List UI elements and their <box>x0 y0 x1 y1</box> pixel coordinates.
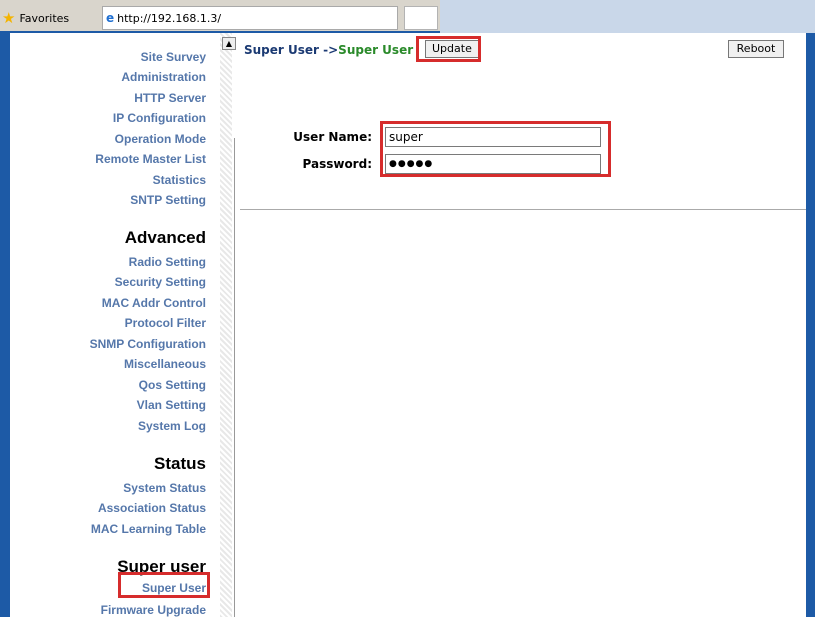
address-tab[interactable]: e http://192.168.1.3/ <box>102 6 398 30</box>
sidebar-item-mac-addr-control[interactable]: MAC Addr Control <box>102 296 206 310</box>
sidebar-item-operation-mode[interactable]: Operation Mode <box>115 132 206 146</box>
star-icon: ★ <box>2 8 16 27</box>
sidebar-item-site-survey[interactable]: Site Survey <box>141 50 206 64</box>
toolbar-background <box>440 0 815 33</box>
ie-icon: e <box>106 11 115 25</box>
sidebar-item-http-server[interactable]: HTTP Server <box>134 91 206 105</box>
new-tab-button[interactable] <box>404 6 438 30</box>
sidebar-item-radio-setting[interactable]: Radio Setting <box>129 255 206 269</box>
sidebar-item-snmp-configuration[interactable]: SNMP Configuration <box>90 337 206 351</box>
frame-scrollbar[interactable] <box>220 33 232 617</box>
url-text: http://192.168.1.3/ <box>117 11 222 25</box>
content-divider <box>240 209 806 210</box>
breadcrumb: Super User ->Super User <box>244 43 413 57</box>
sidebar-item-vlan-setting[interactable]: Vlan Setting <box>137 398 206 412</box>
sidebar-item-protocol-filter[interactable]: Protocol Filter <box>125 316 206 330</box>
sidebar-item-mac-learning-table[interactable]: MAC Learning Table <box>91 522 206 536</box>
sidebar-item-system-status[interactable]: System Status <box>123 481 206 495</box>
password-label: Password: <box>302 157 373 171</box>
sidebar-item-firmware-upgrade[interactable]: Firmware Upgrade <box>101 603 206 617</box>
sidebar-item-administration[interactable]: Administration <box>121 70 206 84</box>
scroll-up-arrow-icon[interactable]: ▲ <box>222 37 236 50</box>
highlight-box-credentials <box>380 121 611 177</box>
breadcrumb-current: Super User <box>338 43 414 57</box>
username-label: User Name: <box>293 130 372 144</box>
sidebar-item-association-status[interactable]: Association Status <box>98 501 206 515</box>
breadcrumb-parent: Super User -> <box>244 43 339 57</box>
window-frame-right <box>806 33 815 617</box>
reboot-button[interactable]: Reboot <box>728 40 784 58</box>
sidebar-heading-status: Status <box>154 454 206 473</box>
sidebar-item-ip-configuration[interactable]: IP Configuration <box>113 111 206 125</box>
window-frame-left <box>0 33 10 617</box>
favorites-button[interactable]: ★ Favorites <box>2 8 69 28</box>
scrollbar-track-line <box>234 138 235 617</box>
sidebar-item-statistics[interactable]: Statistics <box>153 173 206 187</box>
highlight-box-super-user <box>118 572 210 598</box>
favorites-label: Favorites <box>19 11 70 25</box>
sidebar-item-qos-setting[interactable]: Qos Setting <box>139 378 206 392</box>
highlight-box-update <box>416 36 481 62</box>
main-content: Super User ->Super User Update Reboot Us… <box>240 33 806 617</box>
browser-toolbar: ★ Favorites e http://192.168.1.3/ <box>0 0 815 33</box>
sidebar-nav: Site Survey Administration HTTP Server I… <box>10 33 220 617</box>
sidebar-heading-advanced: Advanced <box>124 228 206 247</box>
sidebar-item-sntp-setting[interactable]: SNTP Setting <box>130 193 206 207</box>
sidebar-item-system-log[interactable]: System Log <box>138 419 206 433</box>
sidebar-item-remote-master-list[interactable]: Remote Master List <box>95 152 206 166</box>
sidebar-item-security-setting[interactable]: Security Setting <box>115 275 206 289</box>
sidebar-item-miscellaneous[interactable]: Miscellaneous <box>124 357 206 371</box>
